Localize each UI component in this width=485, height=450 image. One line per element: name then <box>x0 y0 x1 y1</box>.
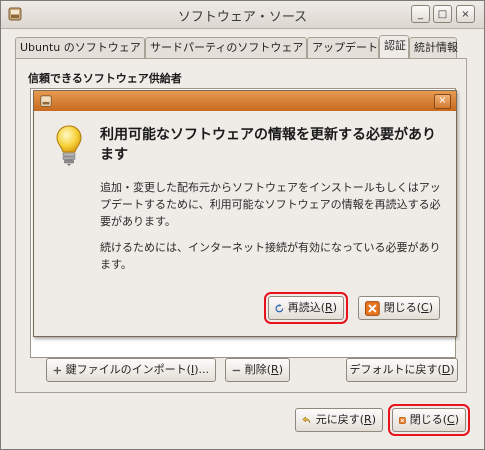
trusted-providers-title: 信頼できるソフトウェア供給者 <box>28 72 182 85</box>
import-key-suffix: )... <box>194 363 209 376</box>
reload-button[interactable]: 再読込(R) <box>264 292 348 324</box>
close-x-icon <box>399 416 406 424</box>
dialog-close-action-button[interactable]: 閉じる(C) <box>358 296 440 320</box>
import-key-button[interactable]: 鍵ファイルのインポート(I)... <box>46 358 216 382</box>
close-suffix: ) <box>454 413 459 426</box>
minus-icon <box>232 369 241 371</box>
software-sources-icon <box>40 95 52 107</box>
tab-ubuntu-software[interactable]: Ubuntu のソフトウェア <box>15 37 145 58</box>
close-label: 閉じる( <box>409 413 448 426</box>
dialog-close-mnemonic: C <box>421 301 429 314</box>
close-window-button[interactable]: 閉じる(C) <box>388 404 470 436</box>
reload-suffix: ) <box>332 301 337 314</box>
reload-icon <box>275 303 284 312</box>
delete-key-button[interactable]: 削除(R) <box>225 358 290 382</box>
window-close-button[interactable]: × <box>456 5 475 23</box>
close-x-icon <box>365 300 380 316</box>
dialog-close-button[interactable]: × <box>434 94 451 109</box>
revert-mnemonic: R <box>364 413 372 426</box>
dialog-connection-note: 続けるためには、インターネット接続が有効になっている必要があります。 <box>100 241 441 271</box>
dialog-title-bar[interactable]: × <box>34 91 456 111</box>
dialog-heading: 利用可能なソフトウェアの情報を更新する必要があります <box>100 127 436 163</box>
reload-label: 再読込( <box>287 301 326 314</box>
tab-statistics[interactable]: 統計情報 <box>409 37 458 58</box>
dialog-close-suffix: ) <box>428 301 433 314</box>
delete-mnemonic: R <box>271 363 279 376</box>
restore-defaults-mnemonic: D <box>441 363 451 376</box>
tab-third-party-software[interactable]: サードパーティのソフトウェア <box>145 37 307 58</box>
tab-updates[interactable]: アップデート <box>307 37 379 58</box>
revert-label: 元に戻す( <box>315 413 365 426</box>
update-required-dialog: × 利用可能なソフトウェアの情報を更新する必要があります 追加・変更した配布元か… <box>33 90 457 337</box>
restore-defaults-suffix: ) <box>450 363 455 376</box>
tab-authentication[interactable]: 認証 <box>379 35 409 59</box>
software-sources-window: ソフトウェア・ソース _ □ × Ubuntu のソフトウェア サードパーティの… <box>0 0 485 450</box>
reload-mnemonic: R <box>325 301 333 314</box>
delete-suffix: ) <box>278 363 283 376</box>
restore-defaults-label: デフォルトに戻す( <box>349 363 442 376</box>
title-bar[interactable]: ソフトウェア・ソース _ □ × <box>1 1 484 29</box>
plus-icon <box>53 366 62 374</box>
import-key-label: 鍵ファイルのインポート( <box>65 363 191 376</box>
maximize-button[interactable]: □ <box>433 5 452 23</box>
dialog-close-label: 閉じる( <box>383 301 422 314</box>
restore-defaults-button[interactable]: デフォルトに戻す(D) <box>346 358 458 382</box>
minimize-button[interactable]: _ <box>411 5 430 23</box>
delete-label: 削除( <box>244 363 272 376</box>
lightbulb-icon <box>56 125 82 166</box>
revert-icon <box>302 416 311 424</box>
dialog-body-text: 追加・変更した配布元からソフトウェアをインストールもしくはアップデートするために… <box>100 181 441 228</box>
revert-suffix: ) <box>371 413 376 426</box>
revert-button[interactable]: 元に戻す(R) <box>295 408 383 432</box>
close-mnemonic: C <box>447 413 455 426</box>
